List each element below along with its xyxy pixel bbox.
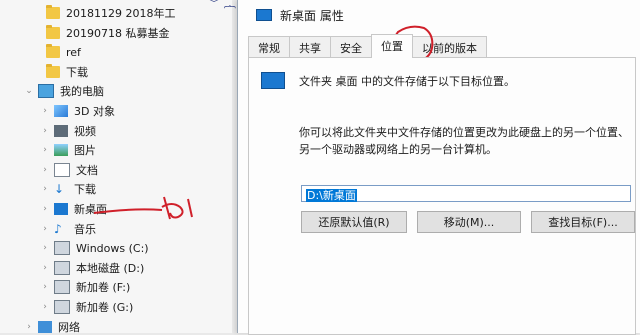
folder-icon [46, 44, 60, 59]
expand-chevron-icon[interactable]: › [40, 184, 50, 194]
folder-desktop-icon [256, 9, 272, 21]
tree-item-label: 视频 [74, 124, 96, 138]
tab-security[interactable]: 安全 [330, 36, 372, 58]
documents-icon [54, 162, 70, 177]
drive-f-icon [54, 280, 70, 295]
expand-chevron-icon[interactable]: › [40, 263, 50, 273]
expand-chevron-icon[interactable]: › [40, 106, 50, 116]
network-icon [38, 320, 52, 333]
dialog-title: 新桌面 属性 [280, 8, 344, 23]
tree-item-label: 文档 [76, 163, 98, 177]
tree-item-label: 网络 [58, 320, 80, 333]
expand-chevron-icon[interactable]: › [40, 224, 50, 234]
expand-chevron-icon[interactable]: › [40, 145, 50, 155]
pictures-icon [54, 144, 68, 157]
location-description: 你可以将此文件夹中文件存储的位置更改为此硬盘上的另一个位置、另一个驱动器或网络上… [299, 126, 629, 156]
3d-objects-icon [54, 105, 68, 117]
expand-chevron-icon[interactable]: › [40, 165, 50, 175]
tree-item-label: ref [66, 45, 81, 59]
tree-item-label: 20181129 2018年工 [66, 7, 176, 20]
expand-chevron-icon[interactable]: › [40, 302, 50, 312]
folder-icon [46, 5, 60, 19]
tree-item-label: 新加卷 (G:) [76, 301, 134, 314]
tree-item-label: 本地磁盘 (D:) [76, 261, 145, 275]
location-tab-panel: 文件夹 桌面 中的文件存储于以下目标位置。 你可以将此文件夹中文件存储的位置更改… [248, 57, 636, 335]
tab-strip: 常规 共享 安全 位置 以前的版本 [248, 34, 487, 58]
expand-chevron-icon[interactable]: ⌄ [24, 86, 34, 96]
tree-item-label: 图片 [74, 144, 96, 158]
breadcrumb-fragment: ︾ ︷ [208, 0, 236, 10]
drive-d-icon [54, 260, 70, 275]
folder-icon [46, 24, 60, 39]
drive-c-icon [54, 241, 70, 256]
folder-icon [46, 63, 60, 78]
tree-item-label: 20190718 私募基金 [66, 26, 170, 40]
folder-header: 文件夹 桌面 中的文件存储于以下目标位置。 [261, 72, 515, 89]
expand-chevron-icon[interactable]: › [40, 126, 50, 136]
navigation-pane: 20181129 2018年工 20190718 私募基金 ref 下载 ⌄ 我的电脑 › 3… [0, 0, 232, 333]
expand-chevron-icon[interactable]: › [24, 322, 34, 332]
folder-desktop-icon [261, 72, 285, 89]
tab-sharing[interactable]: 共享 [289, 36, 331, 58]
find-target-button[interactable]: 查找目标(F)... [531, 211, 635, 233]
path-input[interactable]: D:\新桌面 [301, 185, 631, 202]
tree-item-label: 3D 对象 [74, 105, 115, 118]
expand-chevron-icon[interactable]: › [40, 243, 50, 253]
tab-general[interactable]: 常规 [248, 36, 290, 58]
tree-item-label: 新加卷 (F:) [76, 281, 131, 295]
video-icon [54, 124, 68, 137]
tree-item[interactable]: › 网络 [0, 316, 232, 333]
properties-dialog: 新桌面 属性 常规 共享 安全 位置 以前的版本 文件夹 桌面 中的文件存储于以… [237, 0, 640, 335]
computer-icon [38, 84, 54, 99]
annotation-arrow [93, 196, 193, 220]
drive-g-icon [54, 300, 70, 314]
dialog-titlebar[interactable]: 新桌面 属性 [238, 0, 640, 30]
path-value: D:\新桌面 [306, 189, 357, 202]
desktop-icon [54, 203, 68, 215]
location-header-text: 文件夹 桌面 中的文件存储于以下目标位置。 [299, 74, 515, 88]
tree-item-label: 下载 [66, 65, 88, 79]
tab-location[interactable]: 位置 [371, 34, 413, 58]
expand-chevron-icon[interactable]: › [40, 282, 50, 292]
move-button[interactable]: 移动(M)... [417, 211, 521, 233]
tree-item-label: 我的电脑 [60, 85, 104, 99]
downloads-icon: ↓ [54, 182, 65, 197]
restore-default-button[interactable]: 还原默认值(R) [301, 211, 407, 233]
tree-item-label: Windows (C:) [76, 241, 149, 255]
music-icon: ♪ [54, 221, 62, 236]
expand-chevron-icon[interactable]: › [40, 204, 50, 214]
